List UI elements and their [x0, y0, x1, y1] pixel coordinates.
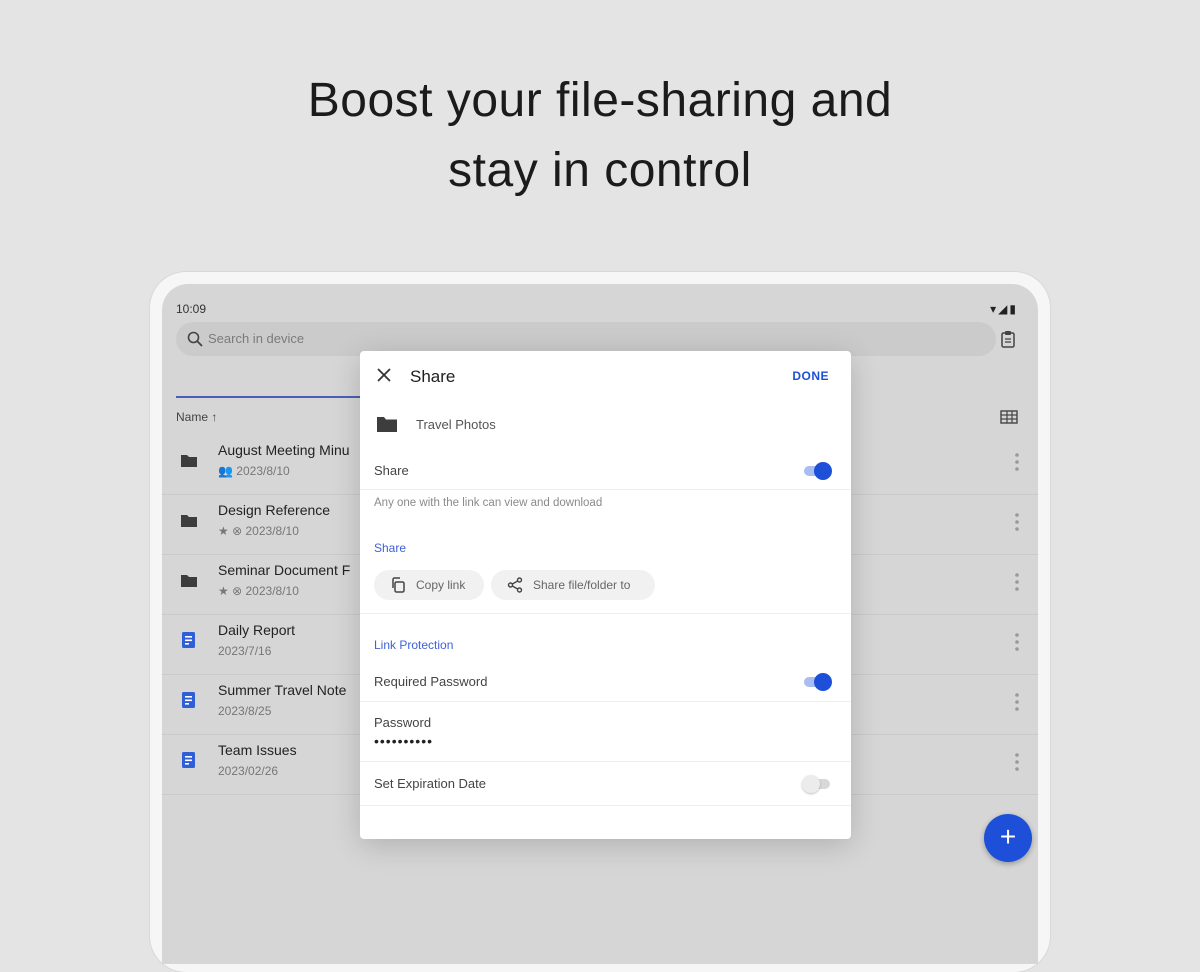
status-icons: ▾◢▮ — [990, 302, 1018, 316]
file-meta: ★ ⊗ 2023/8/10 — [218, 524, 299, 538]
done-button[interactable]: DONE — [792, 369, 829, 383]
file-date: 2023/8/25 — [218, 704, 272, 718]
folder-icon — [181, 575, 197, 587]
more-options-icon[interactable] — [1014, 632, 1020, 652]
more-options-icon[interactable] — [1014, 572, 1020, 592]
share-to-label: Share file/folder to — [533, 578, 631, 592]
more-options-icon[interactable] — [1014, 452, 1020, 472]
shared-icon: 👥 — [218, 464, 233, 478]
expiration-date-toggle[interactable] — [802, 775, 832, 793]
share-toggle-label: Share — [374, 463, 409, 478]
document-icon — [182, 752, 195, 768]
share-hint: Any one with the link can view and downl… — [374, 497, 603, 509]
more-options-icon[interactable] — [1014, 512, 1020, 532]
document-icon — [182, 632, 195, 648]
divider — [360, 805, 851, 806]
file-name: August Meeting Minu — [218, 442, 350, 458]
share-dialog: Share DONE Travel Photos Share Any one w… — [360, 351, 851, 839]
share-section-label: Share — [374, 541, 407, 555]
headline-line-1: Boost your file-sharing and — [307, 74, 893, 127]
copy-link-label: Copy link — [416, 578, 466, 592]
divider — [360, 613, 851, 614]
divider — [360, 761, 851, 762]
status-time: 10:09 — [176, 302, 207, 316]
search-placeholder: Search in device — [208, 331, 305, 346]
file-meta: ★ ⊗ 2023/8/10 — [218, 584, 299, 598]
file-date: 2023/7/16 — [218, 644, 272, 658]
file-date: 2023/8/10 — [245, 524, 299, 538]
file-name: Summer Travel Note — [218, 682, 347, 698]
folder-icon — [181, 455, 197, 467]
folder-icon — [377, 417, 397, 432]
password-field[interactable]: •••••••••• — [374, 733, 433, 749]
file-date: 2023/02/26 — [218, 764, 279, 778]
dialog-title: Share — [410, 367, 456, 386]
close-icon[interactable] — [376, 367, 392, 383]
file-name: Team Issues — [218, 742, 297, 758]
headline: Boost your file-sharing and stay in cont… — [0, 66, 1200, 206]
star-lock-icons: ★ ⊗ — [218, 584, 243, 598]
required-password-label: Required Password — [374, 674, 488, 689]
required-password-toggle[interactable] — [802, 673, 832, 691]
shared-folder-name: Travel Photos — [416, 417, 496, 432]
file-name: Seminar Document F — [218, 562, 351, 578]
link-protection-label: Link Protection — [374, 638, 454, 652]
file-date: 2023/8/10 — [245, 584, 299, 598]
grid-view-icon[interactable] — [1000, 410, 1018, 424]
star-lock-icons: ★ ⊗ — [218, 524, 243, 538]
folder-icon — [181, 515, 197, 527]
copy-link-button[interactable]: Copy link — [374, 570, 484, 600]
file-name: Design Reference — [218, 502, 331, 518]
share-toggle[interactable] — [802, 462, 832, 480]
expiration-date-label: Set Expiration Date — [374, 776, 487, 791]
share-to-button[interactable]: Share file/folder to — [491, 570, 655, 600]
copy-icon — [392, 577, 405, 593]
more-options-icon[interactable] — [1014, 752, 1020, 772]
sort-by-name-header[interactable]: Name ↑ — [176, 410, 217, 424]
document-icon — [182, 692, 195, 708]
file-meta: 👥 2023/8/10 — [218, 464, 290, 478]
headline-line-2: stay in control — [448, 144, 752, 197]
password-label: Password — [374, 715, 432, 730]
divider — [360, 489, 851, 490]
divider — [360, 701, 851, 702]
add-fab-button[interactable]: + — [984, 814, 1032, 862]
search-icon — [187, 331, 203, 347]
file-date: 2023/8/10 — [236, 464, 290, 478]
clipboard-icon[interactable] — [1000, 330, 1016, 348]
file-name: Daily Report — [218, 622, 296, 638]
tab-indicator — [176, 396, 366, 398]
more-options-icon[interactable] — [1014, 692, 1020, 712]
share-icon — [507, 577, 523, 593]
